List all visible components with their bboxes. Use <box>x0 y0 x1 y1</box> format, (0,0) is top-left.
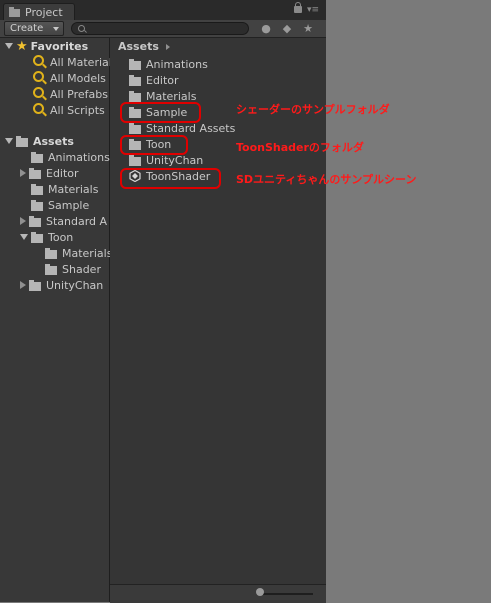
tree-item[interactable]: Toon <box>20 229 73 245</box>
folder-icon <box>29 167 41 179</box>
asset-item[interactable]: Animations <box>129 56 208 72</box>
folder-icon <box>31 231 43 243</box>
status-bar <box>110 584 326 603</box>
favorite-item[interactable]: All Prefabs <box>33 86 108 102</box>
folder-tree-pane: ★ Favorites All Material All Models All … <box>0 38 112 602</box>
tree-label: Shader <box>62 262 101 276</box>
favorite-label: All Material <box>50 55 112 69</box>
favorites-label: Favorites <box>30 39 89 53</box>
asset-item[interactable]: Editor <box>129 72 179 88</box>
favorites-header[interactable]: ★ Favorites <box>5 38 88 54</box>
favorite-label: All Models <box>50 71 106 85</box>
chevron-right-icon <box>166 44 170 50</box>
folder-icon <box>45 247 57 259</box>
asset-label: Editor <box>146 73 179 87</box>
tab-bar: Project ▾≡ <box>0 0 326 20</box>
folder-icon <box>129 154 141 166</box>
favorite-star-icon[interactable]: ★ <box>300 22 316 35</box>
lock-icon[interactable] <box>294 2 302 13</box>
tree-label: Materials <box>48 182 99 196</box>
tree-item[interactable]: Materials <box>45 245 112 261</box>
tree-item[interactable]: UnityChan <box>20 277 103 293</box>
filter-by-type-icon[interactable]: ● <box>258 22 274 35</box>
folder-icon <box>31 151 43 163</box>
create-button[interactable]: Create <box>4 21 64 36</box>
scene-annotation: SDユニティちゃんのサンプルシーン <box>236 173 417 186</box>
search-icon <box>33 71 44 82</box>
sample-annotation: シェーダーのサンプルフォルダ <box>236 103 390 116</box>
sample-highlight <box>120 102 201 123</box>
chevron-down-icon[interactable] <box>20 234 28 240</box>
tab-label: Project <box>25 5 63 19</box>
folder-icon <box>129 90 141 102</box>
breadcrumb[interactable]: Assets <box>118 40 159 53</box>
tree-item[interactable]: Standard A <box>20 213 107 229</box>
tree-label: Animations <box>48 150 110 164</box>
asset-label: UnityChan <box>146 153 204 167</box>
tree-item[interactable]: Sample <box>20 197 89 213</box>
star-icon: ★ <box>16 38 28 54</box>
favorite-label: All Scripts <box>50 103 105 117</box>
slider-handle[interactable] <box>256 588 264 596</box>
favorite-item[interactable]: All Scripts <box>33 102 105 118</box>
folder-icon <box>9 7 20 17</box>
favorite-label: All Prefabs <box>50 87 108 101</box>
folder-icon <box>129 58 141 70</box>
folder-icon <box>129 74 141 86</box>
tree-item[interactable]: Shader <box>45 261 101 277</box>
folder-icon <box>16 135 28 147</box>
favorite-item[interactable]: All Material <box>33 54 112 70</box>
search-icon <box>33 103 44 114</box>
tree-item[interactable]: Animations <box>20 149 110 165</box>
tree-label: UnityChan <box>46 278 104 292</box>
search-icon <box>33 55 44 66</box>
assets-label: Assets <box>33 134 74 148</box>
asset-label: Materials <box>146 89 197 103</box>
folder-icon <box>45 263 57 275</box>
tree-label: Toon <box>48 230 74 244</box>
toolbar: Create ● ◆ ★ <box>0 20 326 38</box>
folder-icon <box>31 183 43 195</box>
search-input[interactable] <box>88 23 243 34</box>
chevron-right-icon[interactable] <box>20 169 26 177</box>
asset-label: Animations <box>146 57 208 71</box>
chevron-right-icon[interactable] <box>20 281 26 289</box>
tab-project[interactable]: Project <box>3 3 75 20</box>
icon-size-slider[interactable] <box>258 593 313 595</box>
tree-label: Editor <box>46 166 79 180</box>
filter-by-label-icon[interactable]: ◆ <box>279 22 295 35</box>
toonshader-highlight <box>120 168 221 189</box>
folder-icon <box>29 279 41 291</box>
chevron-down-icon[interactable] <box>5 138 13 144</box>
search-icon <box>33 87 44 98</box>
assets-header[interactable]: Assets <box>5 133 74 149</box>
tree-item[interactable]: Editor <box>20 165 79 181</box>
search-field[interactable] <box>71 22 249 35</box>
asset-label: Standard Assets <box>146 121 236 135</box>
toon-annotation: ToonShaderのフォルダ <box>236 141 364 154</box>
toon-highlight <box>120 135 188 155</box>
favorite-item[interactable]: All Models <box>33 70 106 86</box>
chevron-down-icon[interactable] <box>5 43 13 49</box>
chevron-right-icon[interactable] <box>20 217 26 225</box>
folder-icon <box>31 199 43 211</box>
chevron-down-icon <box>53 27 59 31</box>
folder-icon <box>129 122 141 134</box>
create-label: Create <box>10 23 44 34</box>
menu-icon[interactable]: ▾≡ <box>307 5 321 15</box>
tree-label: Sample <box>48 198 90 212</box>
tree-label: Standard A <box>46 214 108 228</box>
tree-label: Materials <box>62 246 113 260</box>
tree-item[interactable]: Materials <box>20 181 98 197</box>
search-icon <box>78 25 85 32</box>
folder-icon <box>29 215 41 227</box>
project-window: Project ▾≡ Create ● ◆ ★ ★ Favorites All … <box>0 0 326 603</box>
